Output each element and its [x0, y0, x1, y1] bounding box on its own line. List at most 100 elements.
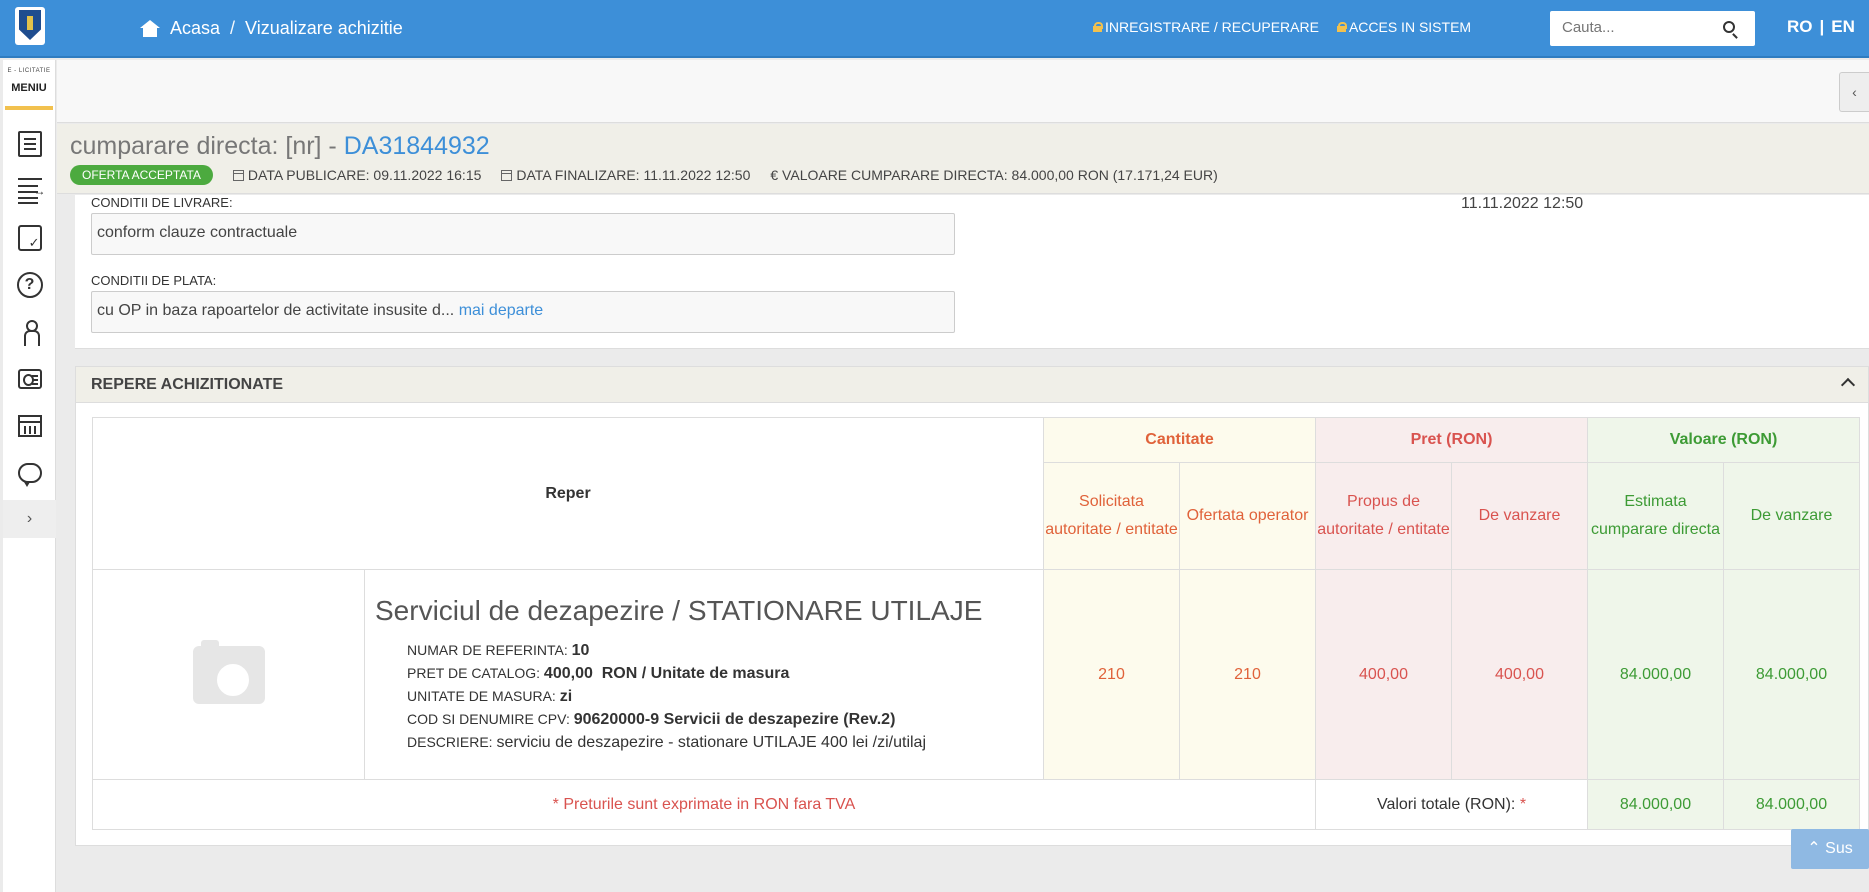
sidebar-item-approved[interactable]: [3, 214, 56, 261]
lock-icon: [1093, 22, 1103, 32]
item-description-value: serviciu de deszapezire - stationare UTI…: [496, 734, 926, 751]
lang-en-link[interactable]: EN: [1831, 17, 1855, 37]
col-header-pret-vanzare: De vanzare: [1451, 462, 1588, 570]
col-header-ofertata: Ofertata operator: [1179, 462, 1316, 570]
conditions-panel: CONDITII DE LIVRARE: conform clauze cont…: [75, 195, 1869, 349]
chevron-up-icon[interactable]: [1840, 377, 1856, 393]
register-link[interactable]: INREGISTRARE / RECUPERARE: [1093, 19, 1319, 35]
login-link[interactable]: ACCES IN SISTEM: [1336, 19, 1471, 35]
chat-icon: [17, 462, 42, 487]
item-catalog-price-value: 400,00 RON / Unitate de masura: [543, 665, 790, 682]
payment-conditions-label: CONDITII DE PLATA:: [91, 273, 217, 288]
toolbar-strip: ‹: [57, 60, 1869, 123]
sidebar-item-list[interactable]: [3, 167, 56, 214]
top-navbar: Acasa / Vizualizare achizitie INREGISTRA…: [0, 0, 1869, 58]
site-logo[interactable]: [15, 7, 45, 45]
home-icon[interactable]: [140, 20, 160, 37]
breadcrumb-current: Vizualizare achizitie: [245, 18, 403, 38]
sidebar-item-calendar[interactable]: [3, 402, 56, 449]
side-date: 11.11.2022 12:50: [1461, 195, 1584, 212]
sidebar-item-users[interactable]: [3, 308, 56, 355]
auth-links: INREGISTRARE / RECUPERARE ACCES IN SISTE…: [1093, 19, 1471, 35]
register-link-label: INREGISTRARE / RECUPERARE: [1105, 19, 1319, 35]
item-title: Serviciul de dezapezire / STATIONARE UTI…: [375, 595, 983, 626]
item-unit-label: UNITATE DE MASURA:: [407, 688, 556, 704]
scroll-to-top-label: Sus: [1825, 840, 1853, 857]
end-date-text: DATA FINALIZARE: 11.11.2022 12:50: [516, 167, 751, 183]
col-header-solicitata: Solicitata autoritate / entitate: [1043, 462, 1180, 570]
col-header-estimata: Estimata cumparare directa: [1587, 462, 1724, 570]
lock-icon: [1336, 22, 1347, 32]
sidebar-item-documents[interactable]: [3, 120, 56, 167]
shield-logo-icon: [19, 10, 41, 40]
items-panel: REPERE ACHIZITIONATE Reper Cantitate Pre…: [75, 366, 1869, 846]
sidebar: E - LICITATIE MENIU ? ›: [3, 60, 56, 892]
totals-star: *: [1519, 795, 1527, 813]
lang-separator: |: [1819, 17, 1825, 36]
sidebar-item-help[interactable]: ?: [3, 261, 56, 308]
item-ref-number: NUMAR DE REFERINTA: 10: [375, 639, 1033, 662]
item-unit: UNITATE DE MASURA: zi: [375, 685, 1033, 708]
col-group-pret: Pret (RON): [1315, 417, 1588, 463]
item-description-cell: Serviciul de dezapezire / STATIONARE UTI…: [364, 569, 1044, 780]
item-ref-number-label: NUMAR DE REFERINTA:: [407, 642, 568, 658]
items-table: Reper Cantitate Pret (RON) Valoare (RON)…: [92, 417, 1860, 830]
search-input[interactable]: [1550, 11, 1710, 44]
breadcrumb-home-link[interactable]: Acasa: [170, 18, 220, 39]
col-header-reper: Reper: [92, 417, 1044, 570]
chevron-up-icon: ⌃: [1807, 840, 1821, 857]
item-image-cell: [92, 569, 365, 780]
cell-cantitate-ofertata: 210: [1179, 569, 1316, 780]
language-switcher: RO | EN: [1787, 17, 1855, 37]
page-title-prefix: cumparare directa: [nr] -: [70, 132, 344, 160]
calendar-icon: [232, 169, 244, 181]
lang-ro-link[interactable]: RO: [1787, 17, 1813, 37]
camera-placeholder-icon: [192, 639, 265, 704]
item-ref-number-value: 10: [571, 642, 590, 659]
total-value-text: € VALOARE CUMPARARE DIRECTA: 84.000,00 R…: [770, 167, 1218, 183]
cell-valoare-estimata: 84.000,00: [1587, 569, 1724, 780]
read-more-link[interactable]: mai departe: [459, 302, 544, 319]
item-cpv-value: 90620000-9 Servicii de deszapezire (Rev.…: [573, 711, 896, 728]
col-header-propus: Propus de autoritate / entitate: [1315, 462, 1452, 570]
item-cpv-label: COD SI DENUMIRE CPV:: [407, 711, 570, 727]
item-cpv: COD SI DENUMIRE CPV: 90620000-9 Servicii…: [375, 708, 1033, 731]
item-catalog-price-label: PRET DE CATALOG:: [407, 665, 541, 681]
sidebar-item-messages[interactable]: [3, 449, 56, 496]
page-title: cumparare directa: [nr] - DA31844932: [70, 132, 490, 161]
id-card-icon: [17, 368, 42, 389]
procurement-meta: OFERTA ACCEPTATA DATA PUBLICARE: 09.11.2…: [70, 165, 1218, 185]
search-box: [1550, 11, 1755, 46]
totals-label: Valori totale (RON): *: [1315, 779, 1588, 830]
payment-conditions-field: cu OP in baza rapoartelor de activitate …: [91, 291, 955, 333]
cell-cantitate-solicitata: 210: [1043, 569, 1180, 780]
end-date: DATA FINALIZARE: 11.11.2022 12:50: [501, 167, 750, 183]
sidebar-expand-button[interactable]: ›: [3, 500, 56, 538]
help-icon: ?: [16, 271, 43, 298]
cell-pret-vanzare: 400,00: [1451, 569, 1588, 780]
publish-date-text: DATA PUBLICARE: 09.11.2022 16:15: [247, 167, 482, 183]
total-valoare-vanzare: 84.000,00: [1723, 779, 1860, 830]
search-icon[interactable]: [1723, 21, 1735, 33]
item-description: DESCRIERE: serviciu de deszapezire - sta…: [375, 731, 1033, 754]
col-group-valoare: Valoare (RON): [1587, 417, 1860, 463]
sidebar-item-contacts[interactable]: [3, 355, 56, 402]
items-panel-header[interactable]: REPERE ACHIZITIONATE: [76, 367, 1868, 403]
vat-note: * Preturile sunt exprimate in RON fara T…: [92, 779, 1316, 830]
breadcrumb-separator: /: [230, 18, 236, 38]
scroll-to-top-button[interactable]: ⌃ Sus: [1791, 829, 1869, 869]
total-value: € VALOARE CUMPARARE DIRECTA: 84.000,00 R…: [770, 167, 1217, 183]
cell-valoare-vanzare: 84.000,00: [1723, 569, 1860, 780]
item-unit-value: zi: [559, 688, 573, 705]
check-folder-icon: [17, 224, 42, 251]
list-export-icon: [17, 177, 46, 204]
totals-label-text: Valori totale (RON):: [1376, 795, 1516, 813]
table-row: Serviciul de dezapezire / STATIONARE UTI…: [92, 569, 1860, 780]
payment-conditions-value: cu OP in baza rapoartelor de activitate …: [97, 302, 455, 319]
item-description-label: DESCRIERE:: [407, 734, 493, 750]
collapse-panel-button[interactable]: ‹: [1839, 72, 1869, 112]
col-header-valoare-vanzare: De vanzare: [1723, 462, 1860, 570]
procurement-code: DA31844932: [343, 132, 490, 160]
document-icon: [17, 130, 42, 157]
sidebar-menu-label[interactable]: MENIU: [3, 82, 55, 94]
